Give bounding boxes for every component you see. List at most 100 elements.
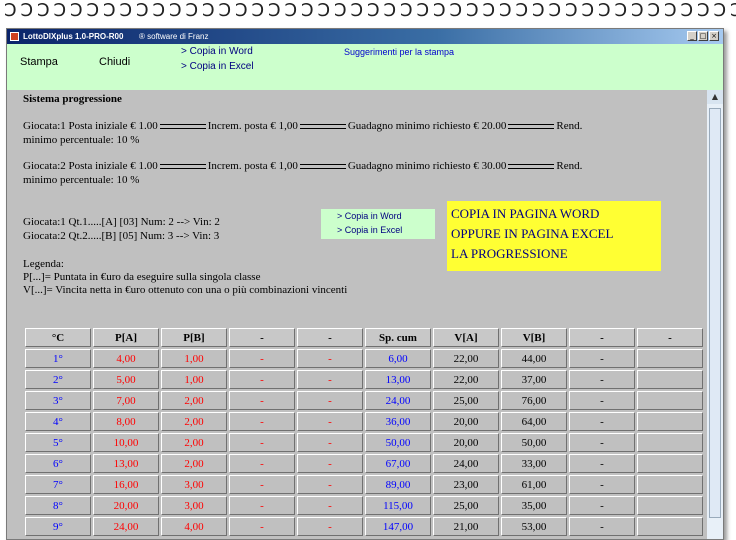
table-cell: 8,00 (93, 412, 159, 431)
table-cell: - (297, 349, 363, 368)
header-cell: P[B] (161, 328, 227, 347)
close-icon[interactable]: × (709, 31, 719, 41)
separator (159, 123, 206, 129)
table-cell: 20,00 (93, 496, 159, 515)
spiral-ring-icon: Ɔ (136, 0, 149, 21)
table-cell (637, 349, 703, 368)
spiral-ring-icon: Ɔ (614, 0, 628, 21)
spiral-ring-icon: Ɔ (202, 0, 215, 21)
maximize-icon[interactable]: □ (698, 31, 708, 41)
header-cell: - (297, 328, 363, 347)
spiral-ring-icon: Ɔ (103, 0, 116, 21)
table-cell: 20,00 (433, 433, 499, 452)
g2-min: minimo percentuale: 10 % (23, 174, 140, 186)
window-subtitle: ® software di Franz (139, 32, 209, 41)
separator (299, 163, 346, 169)
table-cell (637, 454, 703, 473)
header-cell: °C (25, 328, 91, 347)
table-cell: 7,00 (93, 391, 159, 410)
spiral-ring-icon: Ɔ (730, 2, 736, 20)
copybox-word-link[interactable]: > Copia in Word (337, 211, 402, 221)
table-cell: 67,00 (365, 454, 431, 473)
spiral-binding: ƆƆƆƆƆƆƆƆƆƆƆƆƆƆƆƆƆƆƆƆƆƆƆƆƆƆƆƆƆƆƆƆƆƆƆƆƆƆƆƆ… (0, 0, 736, 24)
spiral-ring-icon: Ɔ (631, 0, 644, 21)
spiral-ring-icon: Ɔ (416, 0, 430, 21)
table-cell: - (229, 454, 295, 473)
table-row: 9° 24,00 4,00- -147,00 21,00 53,00- (25, 517, 703, 536)
header-cell: - (229, 328, 295, 347)
table-row: 7° 16,00 3,00- -89,00 23,00 61,00- (25, 475, 703, 494)
table-cell: 25,00 (433, 496, 499, 515)
table-cell: - (569, 517, 635, 536)
table-cell: - (569, 370, 635, 389)
header-cell: - (637, 328, 703, 347)
table-cell: 3,00 (161, 475, 227, 494)
spiral-ring-icon: Ɔ (482, 0, 496, 21)
table-cell: 24,00 (365, 391, 431, 410)
table-cell: - (229, 391, 295, 410)
giocata-1-line: Giocata:1 Posta iniziale € 1.00 Increm. p… (23, 120, 582, 133)
spiral-ring-icon: Ɔ (185, 0, 199, 21)
title-bar: LottoDIXplus 1.0-PRO-R00 ® software di F… (7, 29, 723, 44)
table-cell: - (229, 412, 295, 431)
stampa-button[interactable]: Stampa (20, 56, 58, 68)
table-cell: 4,00 (93, 349, 159, 368)
table-cell: 76,00 (501, 391, 567, 410)
vertical-scrollbar[interactable]: ▲ (707, 90, 723, 539)
spiral-ring-icon: Ɔ (548, 0, 562, 21)
table-cell: 24,00 (433, 454, 499, 473)
spiral-ring-icon: Ɔ (317, 0, 331, 21)
app-window: LottoDIXplus 1.0-PRO-R00 ® software di F… (6, 28, 724, 540)
app-icon (10, 32, 19, 41)
table-cell: 53,00 (501, 517, 567, 536)
table-cell: 13,00 (365, 370, 431, 389)
spiral-ring-icon: Ɔ (235, 0, 248, 21)
table-cell: 2,00 (161, 412, 227, 431)
copybox-excel-link[interactable]: > Copia in Excel (337, 225, 402, 235)
table-cell: - (229, 433, 295, 452)
print-suggestions-link[interactable]: Suggerimenti per la stampa (344, 47, 454, 57)
spiral-ring-icon: Ɔ (680, 0, 694, 21)
table-header: °C P[A] P[B] - - Sp. cum V[A] V[B] - - (25, 328, 703, 347)
table-cell (637, 433, 703, 452)
scroll-up-icon[interactable]: ▲ (707, 90, 723, 104)
table-cell: 61,00 (501, 475, 567, 494)
minimize-icon[interactable]: _ (687, 31, 697, 41)
table-cell: 5,00 (93, 370, 159, 389)
spiral-ring-icon: Ɔ (466, 0, 479, 21)
table-cell: 22,00 (433, 370, 499, 389)
table-cell: - (569, 475, 635, 494)
g2-increm: Increm. posta € 1,00 (207, 160, 298, 172)
copy-word-link[interactable]: > Copia in Word (181, 46, 253, 57)
spiral-ring-icon: Ɔ (532, 0, 545, 21)
spiral-ring-icon: Ɔ (251, 0, 265, 21)
table-row: 1° 4,00 1,00- -6,00 22,00 44,00- (25, 349, 703, 368)
table-cell: - (569, 349, 635, 368)
copy-excel-link[interactable]: > Copia in Excel (181, 61, 254, 72)
note-line-2: OPPURE IN PAGINA EXCEL (451, 226, 614, 241)
spiral-ring-icon: Ɔ (350, 0, 364, 21)
g1-rend: Rend. (556, 120, 583, 132)
table-cell: 44,00 (501, 349, 567, 368)
chiudi-button[interactable]: Chiudi (99, 56, 130, 68)
spiral-ring-icon: Ɔ (449, 0, 463, 21)
table-cell (637, 496, 703, 515)
table-cell: 3,00 (161, 496, 227, 515)
table-cell: 9° (25, 517, 91, 536)
table-cell: 13,00 (93, 454, 159, 473)
table-cell: - (297, 412, 363, 431)
spiral-ring-icon: Ɔ (581, 0, 595, 21)
window-title: LottoDIXplus 1.0-PRO-R00 (23, 32, 124, 41)
header-cell: V[B] (501, 328, 567, 347)
scroll-thumb[interactable] (709, 108, 721, 518)
spiral-ring-icon: Ɔ (515, 0, 529, 21)
table-row: 4° 8,00 2,00- -36,00 20,00 64,00- (25, 412, 703, 431)
table-cell: - (297, 391, 363, 410)
report-content: Sistema progressione Giocata:1 Posta ini… (7, 90, 707, 539)
table-cell: 2,00 (161, 433, 227, 452)
table-cell: 37,00 (501, 370, 567, 389)
legend-v: V[...]= Vincita netta in €uro ottenuto c… (23, 284, 348, 296)
g1-increm: Increm. posta € 1,00 (207, 120, 298, 132)
table-cell: 2° (25, 370, 91, 389)
table-cell: - (297, 475, 363, 494)
